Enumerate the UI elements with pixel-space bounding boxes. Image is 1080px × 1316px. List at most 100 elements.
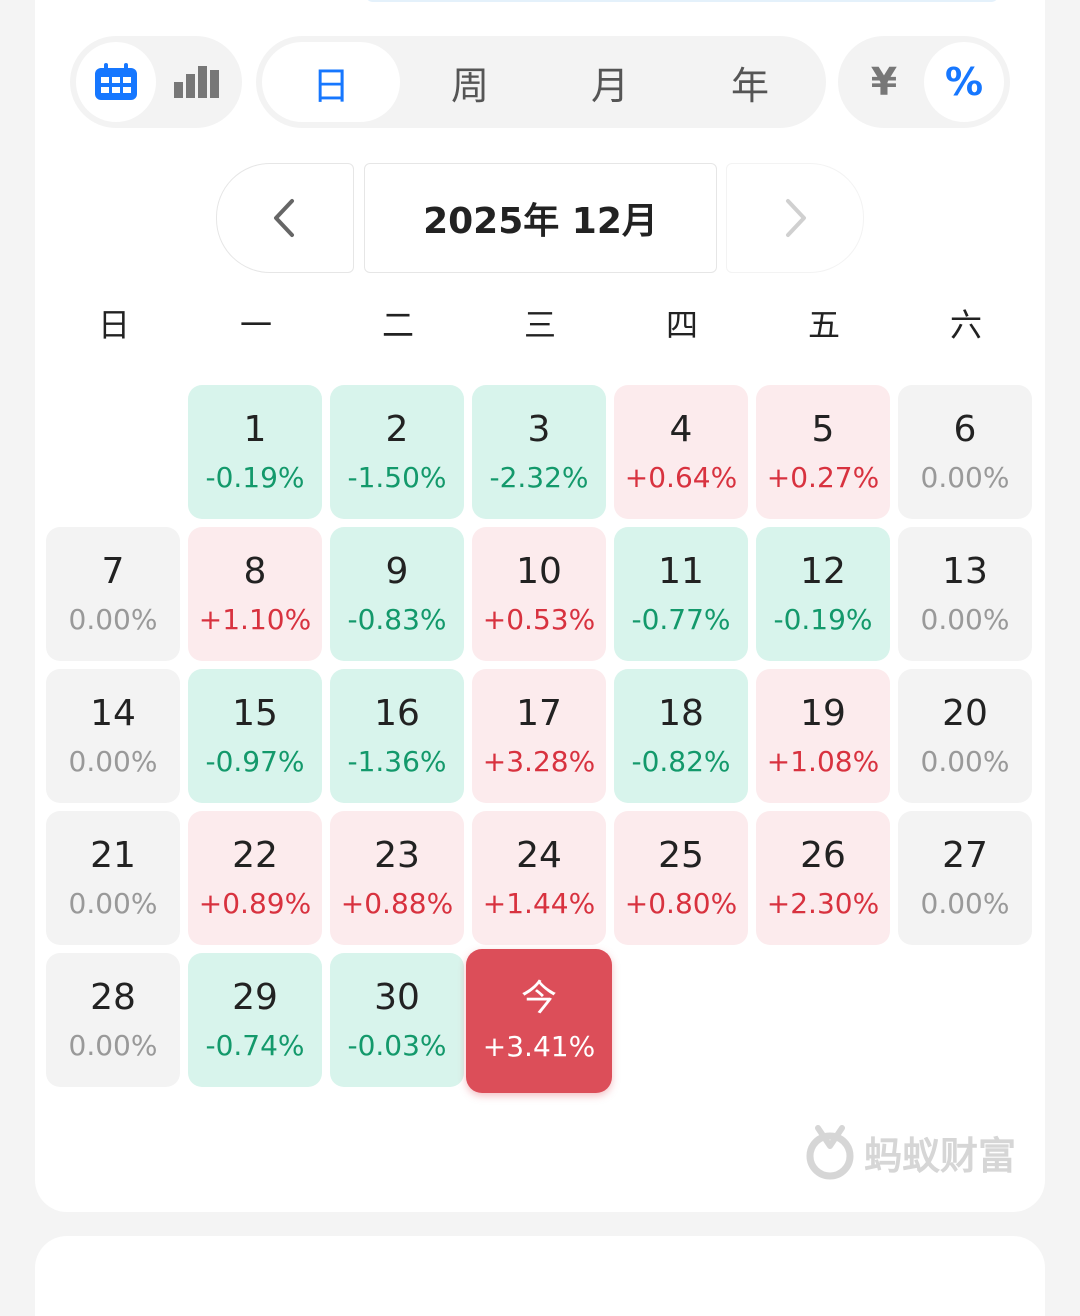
calendar-day[interactable]: 26 +2.30% [756,811,890,945]
chevron-left-icon [274,199,294,237]
day-number: 10 [516,551,562,592]
calendar-day[interactable]: 22 +0.89% [188,811,322,945]
calendar-day[interactable]: 30 -0.03% [330,953,464,1087]
calendar-day[interactable]: 23 +0.88% [330,811,464,945]
calendar-day[interactable]: 29 -0.74% [188,953,322,1087]
calendar-day[interactable]: 21 0.00% [46,811,180,945]
calendar-view-button[interactable] [76,42,156,122]
day-number: 8 [243,551,267,592]
day-number: 29 [232,977,278,1018]
calendar-day[interactable]: 16 -1.36% [330,669,464,803]
calendar-day[interactable]: 6 0.00% [898,385,1032,519]
day-return-percent: +3.28% [482,745,596,778]
day-return-percent: +0.89% [198,887,312,920]
calendar-day[interactable]: 11 -0.77% [614,527,748,661]
day-number: 2 [385,409,409,450]
weekday-thu: 四 [665,306,698,344]
day-return-percent: -0.77% [631,603,731,636]
next-month-button[interactable] [726,163,864,273]
day-number: 11 [658,551,704,592]
top-banner-edge [365,0,999,2]
day-return-percent: +0.64% [624,461,738,494]
calendar-day[interactable]: 19 +1.08% [756,669,890,803]
day-number: 17 [516,693,562,734]
day-return-percent: +2.30% [766,887,880,920]
day-number: 14 [90,693,136,734]
day-number: 今 [520,978,557,1019]
period-tab-day[interactable]: 日 [262,42,400,122]
day-return-percent: -0.97% [205,745,305,778]
day-return-percent: 0.00% [68,1029,158,1062]
calendar-day[interactable]: 8 +1.10% [188,527,322,661]
day-return-percent: -0.19% [205,461,305,494]
unit-toggle: ¥ % [838,36,1010,128]
day-return-percent: +0.80% [624,887,738,920]
day-return-percent: -0.74% [205,1029,305,1062]
calendar-day[interactable]: 17 +3.28% [472,669,606,803]
weekday-wed: 三 [523,306,556,344]
day-number: 6 [953,409,977,450]
weekday-mon: 一 [239,306,272,344]
prev-month-button[interactable] [216,163,354,273]
period-tab-year[interactable]: 年 [680,42,820,122]
day-return-percent: +0.53% [482,603,596,636]
period-tab-week[interactable]: 周 [400,42,540,122]
calendar-day[interactable]: 20 0.00% [898,669,1032,803]
calendar-day[interactable]: 13 0.00% [898,527,1032,661]
day-return-percent: +0.27% [766,461,880,494]
day-number: 4 [669,409,693,450]
day-return-percent: 0.00% [68,603,158,636]
calendar-day[interactable]: 10 +0.53% [472,527,606,661]
calendar-day[interactable]: 1 -0.19% [188,385,322,519]
weekday-tue: 二 [381,306,414,344]
day-number: 20 [942,693,988,734]
calendar-day[interactable]: 28 0.00% [46,953,180,1087]
calendar-day[interactable]: 14 0.00% [46,669,180,803]
day-number: 13 [942,551,988,592]
day-return-percent: +0.88% [340,887,454,920]
day-return-percent: +3.41% [482,1030,596,1063]
weekday-fri: 五 [807,306,840,344]
calendar-day[interactable]: 2 -1.50% [330,385,464,519]
day-number: 23 [374,835,420,876]
weekday-sun: 日 [97,306,130,344]
day-number: 18 [658,693,704,734]
day-return-percent: -0.03% [347,1029,447,1062]
day-return-percent: +1.44% [482,887,596,920]
day-number: 27 [942,835,988,876]
day-return-percent: -2.32% [489,461,589,494]
period-selector: 日 周 月 年 [256,36,826,128]
calendar-day[interactable]: 27 0.00% [898,811,1032,945]
month-title[interactable]: 2025年 12月 [364,163,717,273]
calendar-day[interactable]: 3 -2.32% [472,385,606,519]
day-number: 15 [232,693,278,734]
calendar-day[interactable]: 15 -0.97% [188,669,322,803]
calendar-day[interactable]: 24 +1.44% [472,811,606,945]
weekday-header: 日 一 二 三 四 五 六 [46,300,1034,346]
day-return-percent: -0.82% [631,745,731,778]
day-return-percent: -0.19% [773,603,873,636]
weekday-sat: 六 [949,306,982,344]
chart-view-button[interactable] [156,42,236,122]
calendar-day[interactable]: 4 +0.64% [614,385,748,519]
day-number: 28 [90,977,136,1018]
calendar-day[interactable]: 18 -0.82% [614,669,748,803]
unit-amount-button[interactable]: ¥ [844,42,924,122]
calendar-day-today[interactable]: 今 +3.41% [466,949,612,1093]
day-number: 25 [658,835,704,876]
day-return-percent: 0.00% [920,887,1010,920]
period-tab-month[interactable]: 月 [540,42,680,122]
calendar-day[interactable]: 5 +0.27% [756,385,890,519]
ant-fortune-logo-icon [806,1125,854,1180]
calendar-grid: 1 -0.19% 2 -1.50% 3 -2.32% 4 +0.64% 5 +0.27% 6 0.00… [46,385,1034,1095]
day-return-percent: +1.08% [766,745,880,778]
calendar-day[interactable]: 12 -0.19% [756,527,890,661]
day-number: 9 [385,551,409,592]
day-number: 7 [101,551,125,592]
day-return-percent: -1.50% [347,461,447,494]
bar-chart-icon [174,66,219,98]
calendar-day[interactable]: 9 -0.83% [330,527,464,661]
unit-percent-button[interactable]: % [924,42,1004,122]
calendar-day[interactable]: 25 +0.80% [614,811,748,945]
calendar-day[interactable]: 7 0.00% [46,527,180,661]
